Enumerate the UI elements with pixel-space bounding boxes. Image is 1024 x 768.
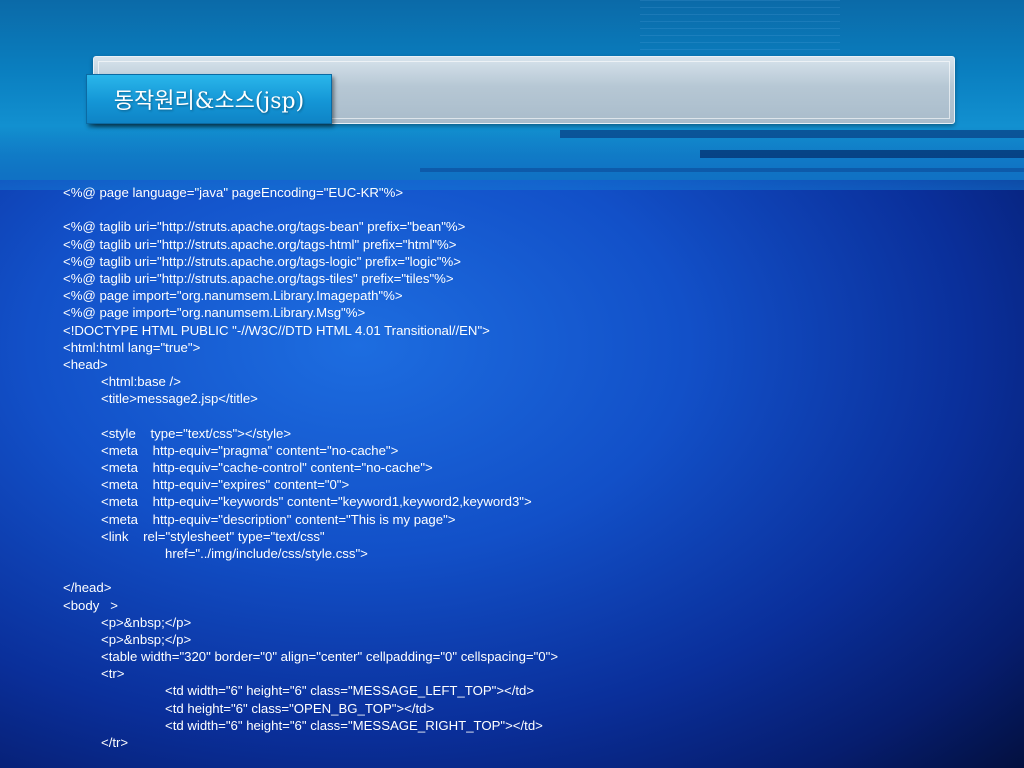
title-tab: 동작원리&소스(jsp): [86, 74, 332, 124]
code-line: <table width="320" border="0" align="cen…: [101, 649, 559, 665]
code-line: <meta http-equiv="description" content="…: [101, 511, 456, 527]
code-line: <body >: [63, 597, 118, 613]
code-line: <%@ taglib uri="http://struts.apache.org…: [63, 219, 466, 235]
code-line: <p>&nbsp;</p>: [101, 631, 192, 647]
code-line: <%@ taglib uri="http://struts.apache.org…: [63, 270, 454, 286]
code-line: <html:base />: [101, 374, 181, 390]
code-line: <meta http-equiv="expires" content="0">: [101, 477, 350, 493]
code-line: <td width="6" height="6" class="MESSAGE_…: [165, 717, 543, 733]
code-line: <html:html lang="true">: [63, 339, 201, 355]
header-glow: [0, 130, 1024, 190]
code-line: <head>: [63, 356, 108, 372]
code-line: <meta http-equiv="cache-control" content…: [101, 460, 433, 475]
code-block: <%@ page language="java" pageEncoding="E…: [63, 184, 1003, 751]
code-line: <%@ page import="org.nanumsem.Library.Ms…: [63, 305, 366, 321]
code-line: <td width="6" height="6" class="MESSAGE_…: [165, 683, 535, 699]
decorative-stripe: [700, 150, 1024, 158]
decorative-stripe: [420, 168, 1024, 172]
code-line: <tr>: [101, 666, 125, 682]
code-line: <%@ page import="org.nanumsem.Library.Im…: [63, 288, 403, 304]
code-line: <%@ taglib uri="http://struts.apache.org…: [63, 253, 461, 269]
code-line: <!DOCTYPE HTML PUBLIC "-//W3C//DTD HTML …: [63, 322, 490, 338]
code-line: <style type="text/css"></style>: [101, 425, 292, 441]
code-line: <%@ taglib uri="http://struts.apache.org…: [63, 236, 457, 252]
slide-title: 동작원리&소스(jsp): [113, 89, 305, 114]
code-line: <link rel="stylesheet" type="text/css": [101, 528, 325, 544]
decorative-stripe: [560, 130, 1024, 138]
code-line: <meta http-equiv="pragma" content="no-ca…: [101, 442, 399, 458]
code-line: <%@ page language="java" pageEncoding="E…: [63, 185, 404, 200]
code-line: </tr>: [101, 735, 129, 750]
code-line: <meta http-equiv="keywords" content="key…: [101, 494, 532, 510]
code-line: <p>&nbsp;</p>: [101, 614, 192, 630]
code-line: <td height="6" class="OPEN_BG_TOP"></td>: [165, 700, 435, 716]
code-line: </head>: [63, 580, 112, 596]
code-line: <title>message2.jsp</title>: [101, 391, 258, 407]
code-line: href="../img/include/css/style.css">: [165, 545, 368, 561]
